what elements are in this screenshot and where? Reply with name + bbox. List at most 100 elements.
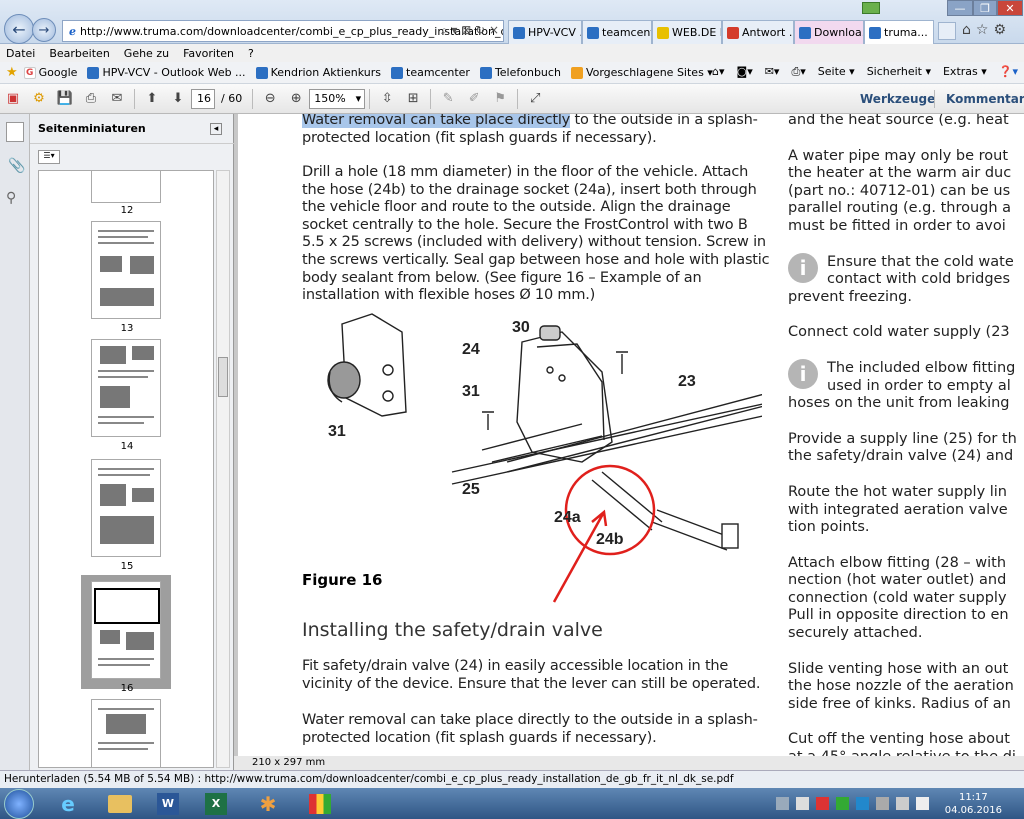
- menu-seite[interactable]: Seite ▾: [818, 65, 855, 79]
- fullscreen-icon[interactable]: ⤢: [525, 89, 545, 109]
- tab-webde[interactable]: WEB.DE F...: [652, 20, 722, 44]
- thumbnail-page-current[interactable]: [91, 581, 161, 679]
- fav-suggested[interactable]: Vorgeschlagene Sites ▾: [570, 66, 713, 79]
- toolbar-separator: [934, 90, 935, 108]
- print-icon[interactable]: ⎙▾: [791, 65, 805, 79]
- tray-icon[interactable]: [916, 797, 929, 810]
- clock-date: 04.06.2016: [944, 805, 1002, 816]
- windows-taskbar: e W X ✱ 11:17 04.06.2016: [0, 788, 1024, 819]
- tray-icon[interactable]: [856, 797, 869, 810]
- fav-google[interactable]: G Google: [23, 66, 77, 79]
- right-column-text-span: parallel routing (e.g. through a: [788, 200, 1012, 217]
- taskbar-explorer[interactable]: [100, 790, 140, 818]
- thumbnail-scrollbar[interactable]: [216, 170, 230, 768]
- scrollbar-thumb[interactable]: [218, 357, 228, 397]
- back-button[interactable]: ←: [4, 14, 34, 44]
- fav-hpv[interactable]: HPV-VCV - Outlook Web ...: [87, 66, 246, 79]
- right-column-text-span: Cut off the venting hose about: [788, 731, 1010, 748]
- menu-extras[interactable]: Extras ▾: [943, 65, 987, 79]
- binoculars-icon[interactable]: ⚲: [6, 190, 16, 206]
- fit-page-icon[interactable]: ⇳: [377, 89, 397, 109]
- tray-volume-icon[interactable]: [896, 797, 909, 810]
- thumbnail-page[interactable]: [91, 699, 161, 767]
- tray-flag-icon[interactable]: [796, 797, 809, 810]
- tab-download[interactable]: Downloa...: [794, 20, 864, 44]
- menu-bearbeiten[interactable]: Bearbeiten: [49, 47, 109, 60]
- thumbnail-page[interactable]: [91, 459, 161, 557]
- right-column-text-span: used in order to empty al: [827, 377, 1011, 394]
- tab-truma-active[interactable]: truma...×: [864, 20, 934, 44]
- thumbnail-page[interactable]: [91, 171, 161, 203]
- open-folder-icon[interactable]: ⚙: [29, 89, 49, 109]
- thumbnail-page[interactable]: [91, 221, 161, 319]
- fav-telefonbuch[interactable]: Telefonbuch: [479, 66, 561, 79]
- right-column-text-span: side free of kinks. Radius of an: [788, 695, 1011, 712]
- tray-icon[interactable]: [816, 797, 829, 810]
- right-column-text-span: The included elbow fitting: [827, 359, 1016, 376]
- taskbar-excel[interactable]: X: [196, 790, 236, 818]
- menu-datei[interactable]: Datei: [6, 47, 35, 60]
- collapse-panel-icon[interactable]: ◂: [210, 123, 222, 135]
- fit-width-icon[interactable]: ⊞: [403, 89, 423, 109]
- menu-gehe-zu[interactable]: Gehe zu: [124, 47, 169, 60]
- paragraph-drill-hole: Drill a hole (18 mm diameter) in the flo…: [302, 164, 770, 304]
- highlight-icon[interactable]: ✐: [464, 89, 484, 109]
- right-column-line: the safety/drain valve (24) and: [788, 448, 1024, 466]
- tray-icon[interactable]: [836, 797, 849, 810]
- menu-favoriten[interactable]: Favoriten: [183, 47, 234, 60]
- home-icon[interactable]: ⌂▾: [712, 65, 725, 79]
- close-window-button[interactable]: ✕: [997, 0, 1023, 16]
- tray-icon[interactable]: [776, 797, 789, 810]
- zoom-in-button[interactable]: ⊕: [286, 89, 306, 109]
- sign-icon[interactable]: ✎: [438, 89, 458, 109]
- save-icon[interactable]: 💾: [55, 89, 75, 109]
- tab-teamcenter[interactable]: teamcent...: [582, 20, 652, 44]
- system-clock[interactable]: 11:17 04.06.2016: [945, 791, 1002, 817]
- rss-icon[interactable]: ◙▾: [737, 65, 753, 79]
- previous-page-button[interactable]: ⬆: [142, 89, 162, 109]
- page-thumbnails-icon[interactable]: [6, 122, 24, 142]
- zoom-out-button[interactable]: ⊖: [260, 89, 280, 109]
- right-column-text: and the heat source (e.g. heat A water pi…: [788, 114, 1024, 756]
- thumbnail-number: 16: [120, 683, 134, 694]
- right-column-line: i Ensure that the cold wate: [788, 252, 1024, 283]
- taskbar-ie[interactable]: e: [48, 790, 88, 818]
- fav-teamcenter[interactable]: teamcenter: [391, 66, 470, 79]
- start-button[interactable]: [4, 789, 34, 819]
- mail-icon[interactable]: ✉▾: [765, 65, 780, 79]
- ie-command-bar: ⌂▾ ◙▾ ✉▾ ⎙▾ Seite ▾ Sicherheit ▾ Extras …: [712, 65, 1018, 79]
- fav-kendrion[interactable]: Kendrion Aktienkurs: [255, 66, 381, 79]
- tab-hpv[interactable]: HPV-VCV ...: [508, 20, 582, 44]
- page-number-input[interactable]: 16: [191, 88, 215, 109]
- tools-pane-button[interactable]: Werkzeuge: [860, 92, 935, 106]
- tab-antwort[interactable]: Antwort ...: [722, 20, 794, 44]
- print-icon[interactable]: ⎙: [81, 89, 101, 109]
- taskbar-word[interactable]: W: [148, 790, 188, 818]
- thumbnail-page[interactable]: [91, 339, 161, 437]
- new-tab-button[interactable]: [938, 22, 956, 40]
- favorites-star-icon[interactable]: ★: [6, 65, 18, 80]
- tray-network-icon[interactable]: [876, 797, 889, 810]
- maximize-button[interactable]: ❐: [973, 0, 997, 16]
- close-tab-icon[interactable]: ×: [932, 26, 933, 39]
- comment-pane-button[interactable]: Kommentar: [946, 92, 1024, 106]
- right-column-text-span: with integrated aeration valve: [788, 501, 1008, 518]
- search-refresh-icons[interactable]: ⌕ ▾ ⊠ ↻ ×: [441, 23, 499, 38]
- menu-sicherheit[interactable]: Sicherheit ▾: [867, 65, 931, 79]
- help-icon[interactable]: ❓▾: [999, 65, 1018, 79]
- stamp-icon[interactable]: ⚑: [490, 89, 510, 109]
- thumbnail-options-button[interactable]: ☰▾: [38, 150, 60, 164]
- minimize-button[interactable]: —: [947, 0, 973, 16]
- next-page-button[interactable]: ⬇: [168, 89, 188, 109]
- address-bar[interactable]: ℯ http://www.truma.com/downloadcenter/co…: [62, 20, 504, 42]
- email-icon[interactable]: ✉: [107, 89, 127, 109]
- taskbar-network-app[interactable]: ✱: [248, 790, 288, 818]
- home-star-gear-icons[interactable]: ⌂☆⚙: [962, 22, 1011, 38]
- security-icon: [862, 2, 880, 14]
- menu-help[interactable]: ?: [248, 47, 254, 60]
- attachment-icon[interactable]: 📎: [8, 158, 25, 174]
- create-pdf-icon[interactable]: ▣: [3, 89, 23, 109]
- forward-button[interactable]: →: [32, 18, 56, 42]
- zoom-select[interactable]: 150%: [309, 88, 366, 109]
- taskbar-chart-app[interactable]: [300, 790, 340, 818]
